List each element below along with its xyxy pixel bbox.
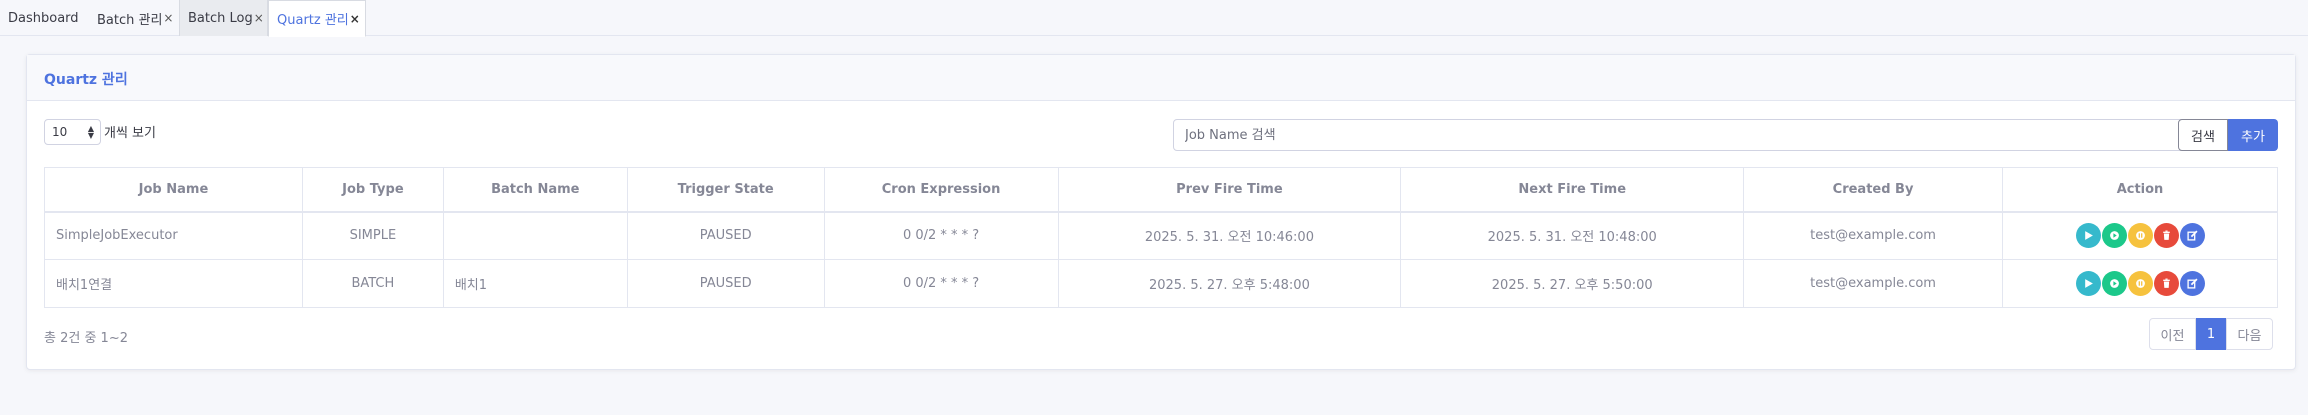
tab-quartz-management[interactable]: Quartz 관리 × (268, 0, 366, 37)
close-icon[interactable]: × (350, 12, 360, 26)
result-summary: 총 2건 중 1~2 (44, 331, 128, 346)
close-icon[interactable]: × (163, 11, 173, 25)
page-size-select[interactable]: 10 ▲ ▼ (44, 119, 101, 145)
column-header-batch-name[interactable]: Batch Name (442, 167, 628, 213)
quartz-job-table: Job Name Job Type Batch Name Trigger Sta… (44, 167, 2278, 308)
page-size-label: 개씩 보기 (104, 126, 156, 141)
column-header-job-name[interactable]: Job Name (44, 167, 303, 213)
edit-icon[interactable] (2179, 271, 2205, 296)
next-page-button[interactable]: 다음 (2226, 318, 2273, 350)
page-size-value: 10 (52, 125, 68, 139)
column-header-trigger-state[interactable]: Trigger State (626, 167, 825, 213)
tab-label: Batch 관리 (97, 12, 163, 28)
cell-job-type: BATCH (301, 259, 444, 308)
updown-caret-icon: ▲ ▼ (87, 124, 94, 140)
cell-job-name: 배치1연결 (44, 259, 303, 308)
play-icon[interactable] (2075, 223, 2101, 249)
column-header-next-fire-time[interactable]: Next Fire Time (1400, 167, 1745, 213)
tab-label: Dashboard (8, 10, 79, 26)
cell-trigger-state: PAUSED (626, 259, 825, 308)
table-row[interactable]: SimpleJobExecutor SIMPLE PAUSED 0 0/2 * … (44, 211, 2278, 260)
cell-trigger-state: PAUSED (626, 211, 825, 260)
pause-icon[interactable] (2127, 223, 2153, 249)
cell-batch-name: 배치1 (442, 259, 628, 308)
tab-batch-log[interactable]: Batch Log × (179, 0, 268, 36)
tab-label: Batch Log (188, 10, 253, 26)
page-button-current[interactable]: 1 (2196, 318, 2226, 350)
column-header-action: Action (2002, 167, 2278, 213)
cell-created-by: test@example.com (1743, 211, 2004, 260)
cell-actions (2002, 259, 2278, 308)
search-button[interactable]: 검색 (2178, 119, 2228, 151)
column-header-created-by[interactable]: Created By (1743, 167, 2004, 213)
close-icon[interactable]: × (254, 11, 264, 25)
tab-bar: Dashboard Batch 관리 × Batch Log × Quartz … (0, 0, 2308, 37)
cell-cron-expression: 0 0/2 * * * ? (823, 211, 1059, 260)
tab-dashboard[interactable]: Dashboard (0, 0, 87, 36)
resume-icon[interactable] (2101, 271, 2127, 296)
trash-icon[interactable] (2153, 271, 2179, 296)
resume-icon[interactable] (2101, 223, 2127, 249)
quartz-card: Quartz 관리 10 ▲▼ 개씩 보기 검색 추가 Job Name Job… (26, 54, 2296, 370)
column-header-job-type[interactable]: Job Type (301, 167, 444, 213)
pause-icon[interactable] (2127, 271, 2153, 296)
cell-created-by: test@example.com (1743, 259, 2004, 308)
pagination: 이전 1 다음 (2149, 318, 2273, 350)
table-header-row: Job Name Job Type Batch Name Trigger Sta… (44, 167, 2278, 213)
cell-prev-fire-time: 2025. 5. 27. 오후 5:48:00 (1057, 259, 1402, 308)
job-name-search-input[interactable] (1173, 119, 2205, 151)
cell-next-fire-time: 2025. 5. 31. 오전 10:48:00 (1400, 211, 1745, 260)
cell-next-fire-time: 2025. 5. 27. 오후 5:50:00 (1400, 259, 1745, 308)
play-icon[interactable] (2075, 271, 2101, 296)
cell-job-type: SIMPLE (301, 211, 444, 260)
trash-icon[interactable] (2153, 223, 2179, 249)
tab-batch-management[interactable]: Batch 관리 × (89, 0, 179, 36)
table-row[interactable]: 배치1연결 BATCH 배치1 PAUSED 0 0/2 * * * ? 202… (44, 259, 2278, 308)
column-header-prev-fire-time[interactable]: Prev Fire Time (1057, 167, 1402, 213)
column-header-cron-expression[interactable]: Cron Expression (823, 167, 1059, 213)
cell-cron-expression: 0 0/2 * * * ? (823, 259, 1059, 308)
tab-label: Quartz 관리 (277, 13, 349, 28)
card-title: Quartz 관리 (44, 72, 128, 88)
cell-batch-name (442, 211, 628, 260)
add-button[interactable]: 추가 (2228, 119, 2278, 151)
cell-actions (2002, 211, 2278, 260)
card-header: Quartz 관리 (27, 55, 2295, 101)
cell-prev-fire-time: 2025. 5. 31. 오전 10:46:00 (1057, 211, 1402, 260)
edit-icon[interactable] (2179, 223, 2205, 249)
cell-job-name: SimpleJobExecutor (44, 211, 303, 260)
prev-page-button[interactable]: 이전 (2149, 318, 2196, 350)
